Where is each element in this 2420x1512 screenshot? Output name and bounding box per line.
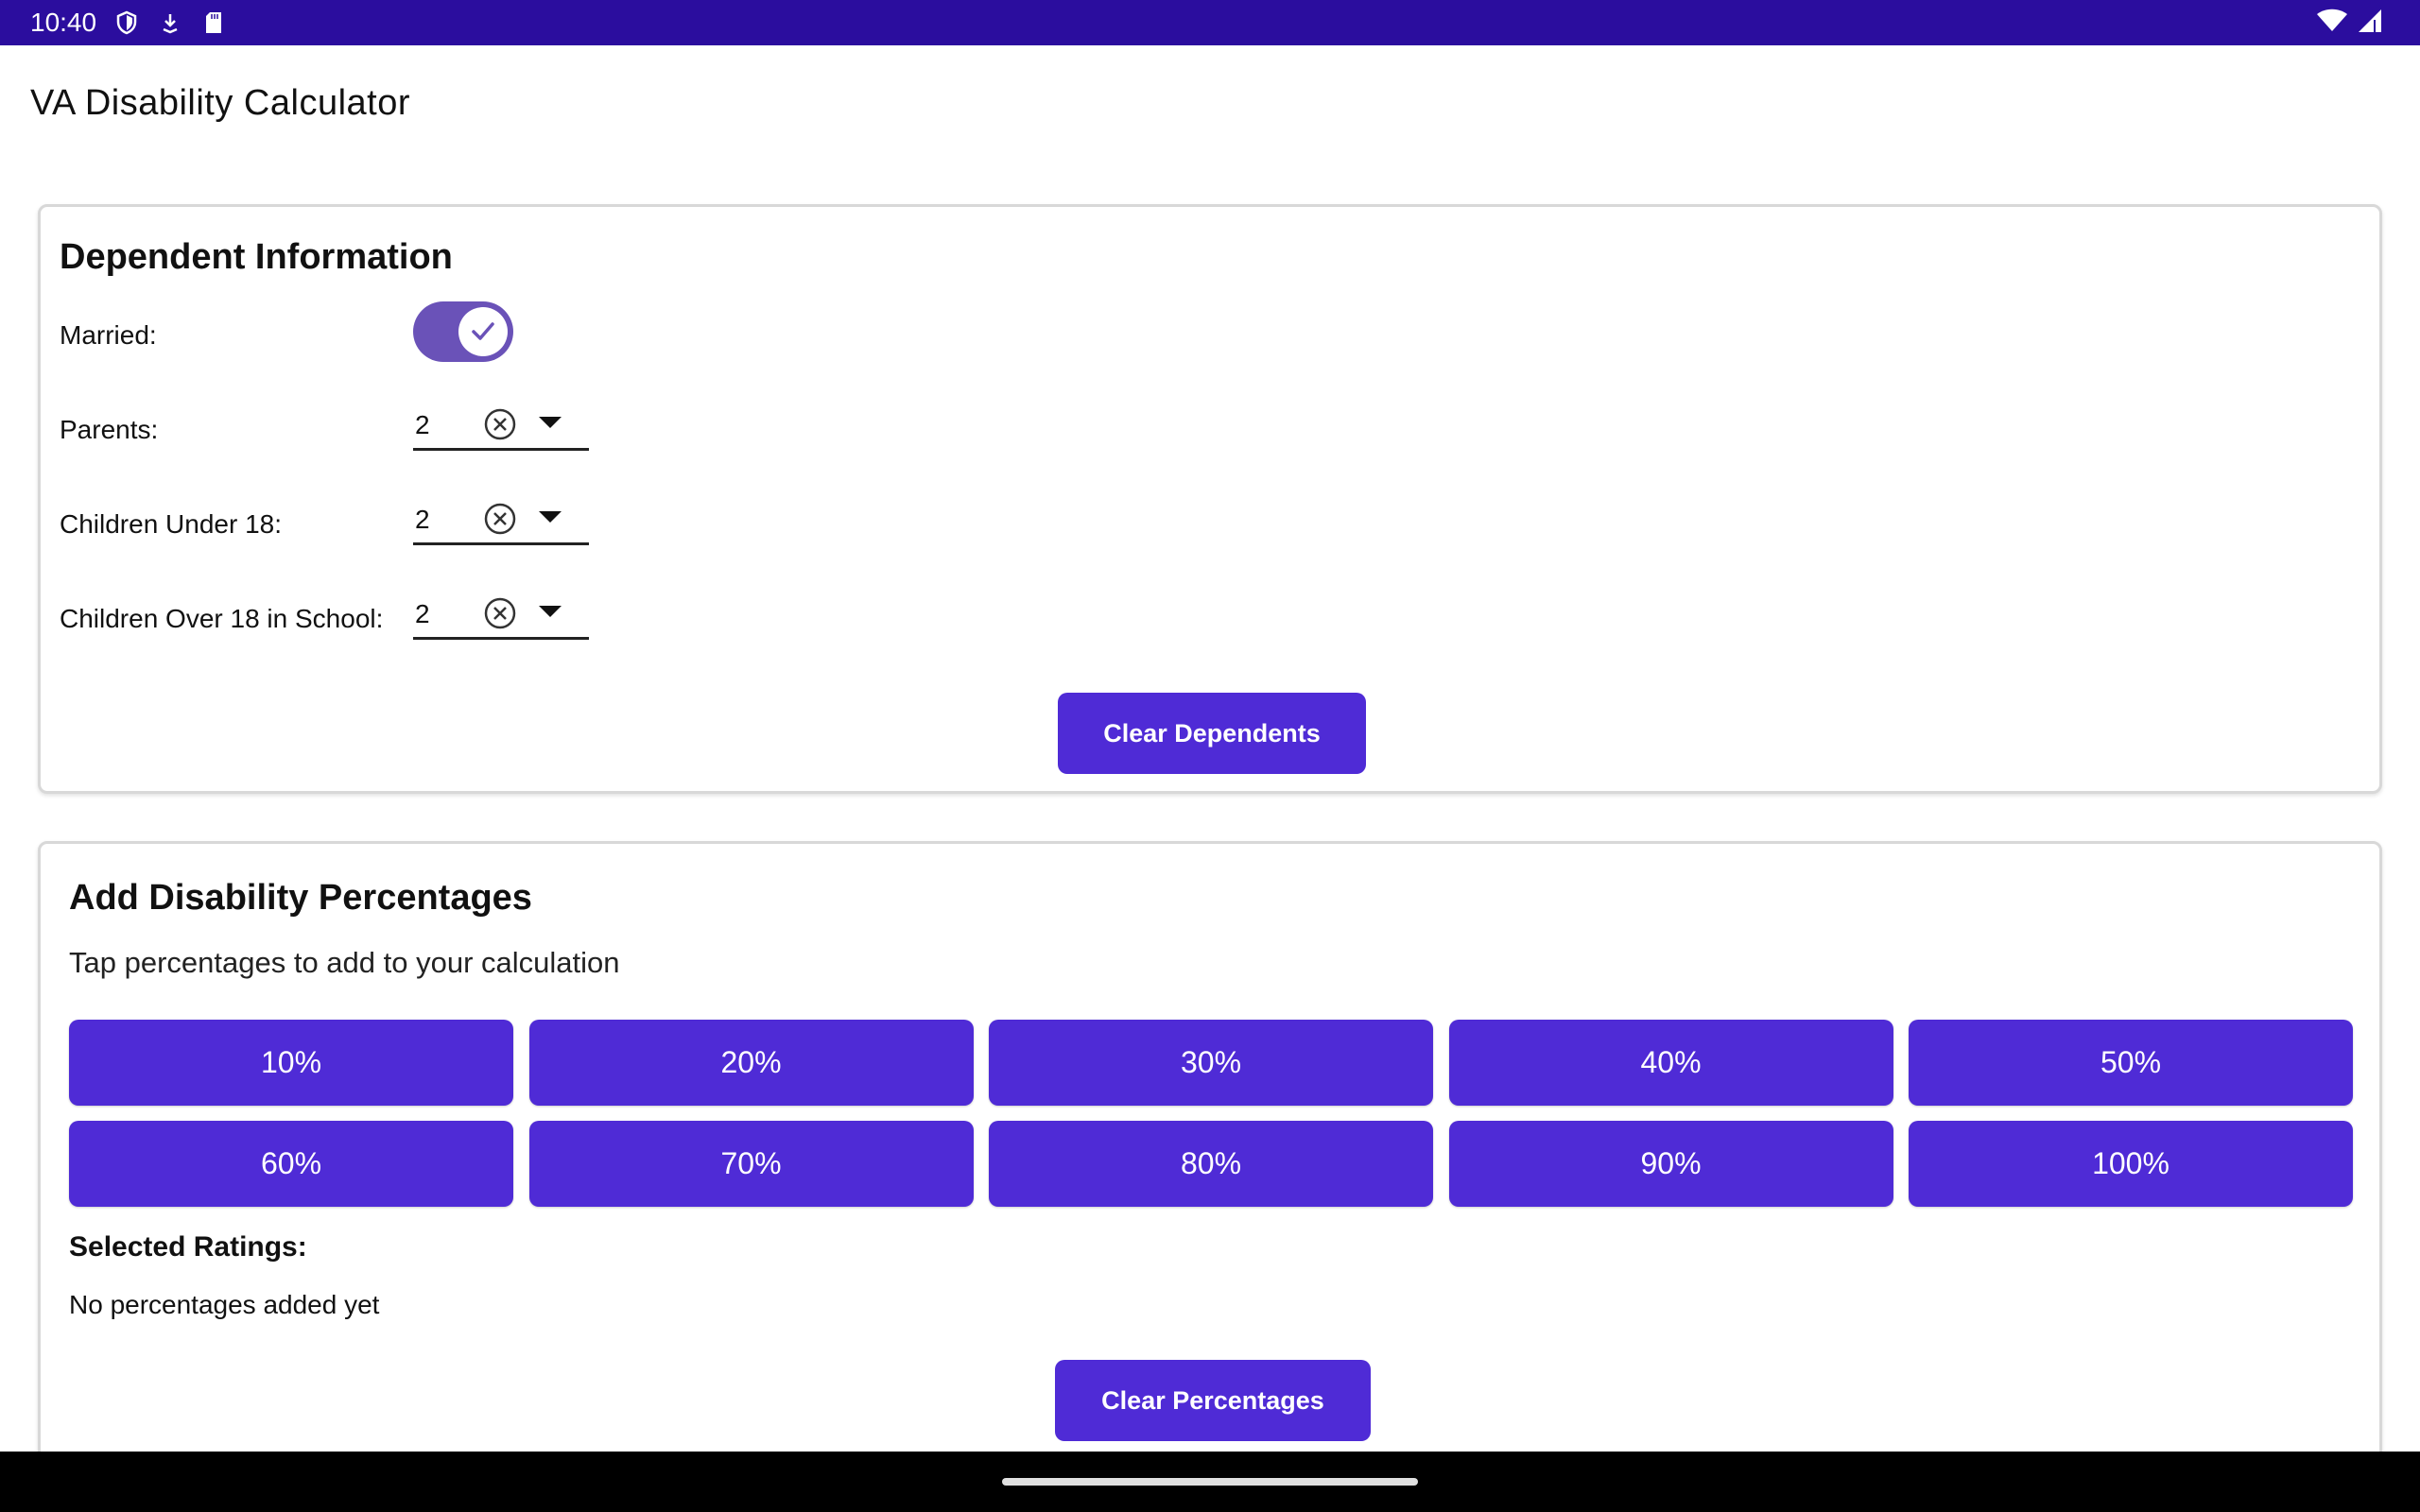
status-bar: 10:40 xyxy=(0,0,2420,45)
married-label: Married: xyxy=(60,320,157,350)
parents-label: Parents: xyxy=(60,415,159,444)
percentage-button-100[interactable]: 100% xyxy=(1909,1121,2353,1207)
clear-circle-icon[interactable] xyxy=(483,596,517,630)
percentage-button-90[interactable]: 90% xyxy=(1448,1121,1893,1207)
selected-ratings-empty-text: No percentages added yet xyxy=(69,1290,380,1319)
parents-value: 2 xyxy=(415,410,430,439)
percentage-button-10[interactable]: 10% xyxy=(69,1020,513,1106)
children-under-18-label: Children Under 18: xyxy=(60,509,283,539)
clear-dependents-button[interactable]: Clear Dependents xyxy=(1058,693,1366,774)
status-left: 10:40 xyxy=(30,8,227,38)
children-over-18-picker[interactable]: 2 xyxy=(413,591,589,640)
dependent-heading: Dependent Information xyxy=(60,237,453,277)
dropdown-arrow-icon[interactable] xyxy=(538,604,562,619)
percentage-button-30[interactable]: 30% xyxy=(989,1020,1433,1106)
selected-ratings-label: Selected Ratings: xyxy=(69,1231,307,1263)
status-time: 10:40 xyxy=(30,8,97,37)
percentages-subtitle: Tap percentages to add to your calculati… xyxy=(69,946,620,979)
navigation-bar xyxy=(0,1452,2420,1512)
clear-circle-icon[interactable] xyxy=(483,407,517,441)
download-icon xyxy=(157,9,183,36)
percentage-button-grid: 10% 20% 30% 40% 50% 60% 70% 80% 90% 100% xyxy=(69,1020,2353,1207)
toggle-knob xyxy=(458,307,508,356)
percentage-button-80[interactable]: 80% xyxy=(989,1121,1433,1207)
wifi-icon xyxy=(2316,9,2348,38)
sd-card-icon xyxy=(200,9,227,36)
percentage-button-40[interactable]: 40% xyxy=(1448,1020,1893,1106)
clear-percentages-button[interactable]: Clear Percentages xyxy=(1055,1360,1371,1441)
status-right xyxy=(2316,9,2382,38)
home-gesture-handle[interactable] xyxy=(1002,1478,1418,1486)
married-toggle[interactable] xyxy=(413,301,513,362)
children-over-18-label: Children Over 18 in School: xyxy=(60,604,384,633)
dropdown-arrow-icon[interactable] xyxy=(538,415,562,430)
percentage-button-50[interactable]: 50% xyxy=(1909,1020,2353,1106)
children-under-18-value: 2 xyxy=(415,505,430,534)
parents-picker[interactable]: 2 xyxy=(413,402,589,451)
clear-circle-icon[interactable] xyxy=(483,502,517,536)
check-icon xyxy=(472,322,494,340)
signal-icon xyxy=(2358,9,2382,38)
percentage-button-70[interactable]: 70% xyxy=(528,1121,974,1207)
percentage-button-20[interactable]: 20% xyxy=(528,1020,974,1106)
percentages-heading: Add Disability Percentages xyxy=(69,878,532,918)
children-under-18-picker[interactable]: 2 xyxy=(413,496,589,545)
dependent-information-card: Dependent Information Married: Parents: … xyxy=(38,204,2382,794)
children-over-18-value: 2 xyxy=(415,599,430,628)
app-title: VA Disability Calculator xyxy=(30,83,411,123)
percentage-button-60[interactable]: 60% xyxy=(69,1121,513,1207)
dropdown-arrow-icon[interactable] xyxy=(538,509,562,524)
shield-icon xyxy=(113,9,140,36)
disability-percentages-card: Add Disability Percentages Tap percentag… xyxy=(38,841,2382,1512)
